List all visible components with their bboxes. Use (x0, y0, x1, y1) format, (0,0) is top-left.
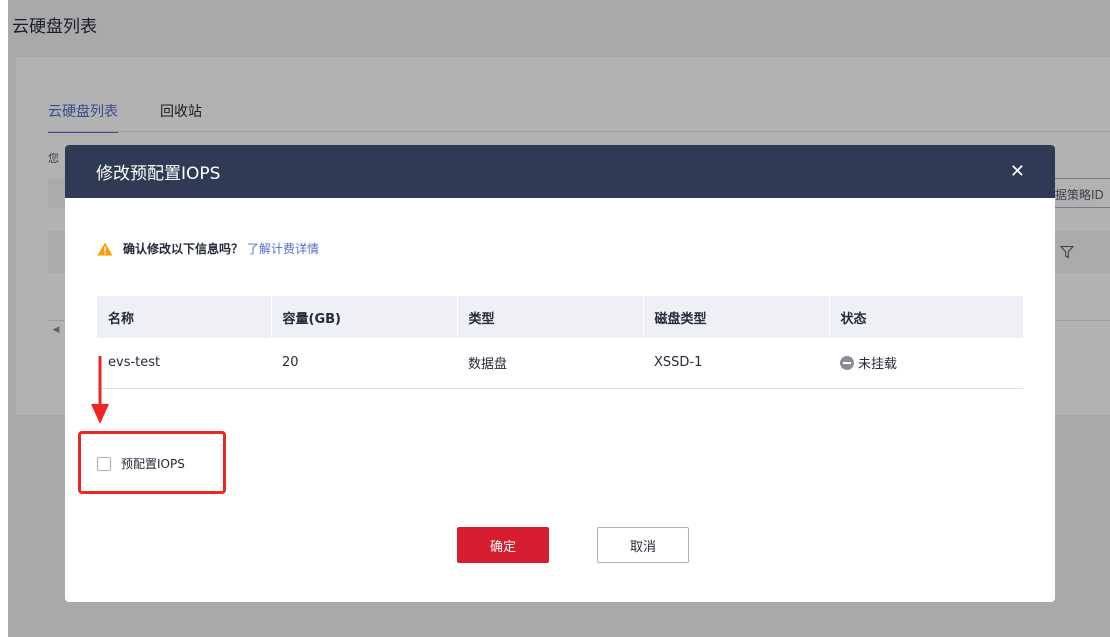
annotation-arrow (91, 356, 109, 424)
status-unmounted-icon (840, 355, 854, 370)
column-header-disk-type: 磁盘类型 (643, 296, 830, 338)
close-icon[interactable]: ✕ (1010, 162, 1025, 181)
confirm-text: 确认修改以下信息吗？ (123, 242, 244, 256)
cell-name: evs-test (97, 338, 271, 389)
column-header-capacity: 容量(GB) (271, 296, 458, 338)
cell-status: 未挂载 (829, 338, 1023, 389)
annotation-highlight-box (78, 431, 226, 494)
warning-icon (97, 242, 113, 255)
table-row: evs-test 20 数据盘 XSSD-1 未挂载 (97, 338, 1023, 389)
table-header-row: 名称 容量(GB) 类型 磁盘类型 状态 (97, 296, 1023, 338)
dialog-header: 修改预配置IOPS ✕ (65, 145, 1055, 198)
column-header-type: 类型 (457, 296, 644, 338)
cancel-button[interactable]: 取消 (597, 527, 689, 563)
dialog-title: 修改预配置IOPS (96, 164, 221, 184)
modify-iops-dialog: 修改预配置IOPS ✕ 确认修改以下信息吗？ 了解计费详情 名称 容量(GB) … (65, 145, 1055, 602)
dialog-actions: 确定 取消 (457, 527, 689, 563)
column-header-status: 状态 (829, 296, 1023, 338)
disk-info-table: 名称 容量(GB) 类型 磁盘类型 状态 evs-test 20 数据盘 XSS… (97, 296, 1023, 389)
confirm-message: 确认修改以下信息吗？ 了解计费详情 (97, 240, 319, 257)
confirm-button[interactable]: 确定 (457, 527, 549, 563)
cell-capacity: 20 (271, 338, 457, 389)
status-text: 未挂载 (858, 357, 898, 373)
cell-type: 数据盘 (457, 338, 643, 389)
column-header-name: 名称 (97, 296, 272, 338)
billing-details-link[interactable]: 了解计费详情 (247, 240, 319, 257)
cell-disk-type: XSSD-1 (643, 338, 829, 389)
